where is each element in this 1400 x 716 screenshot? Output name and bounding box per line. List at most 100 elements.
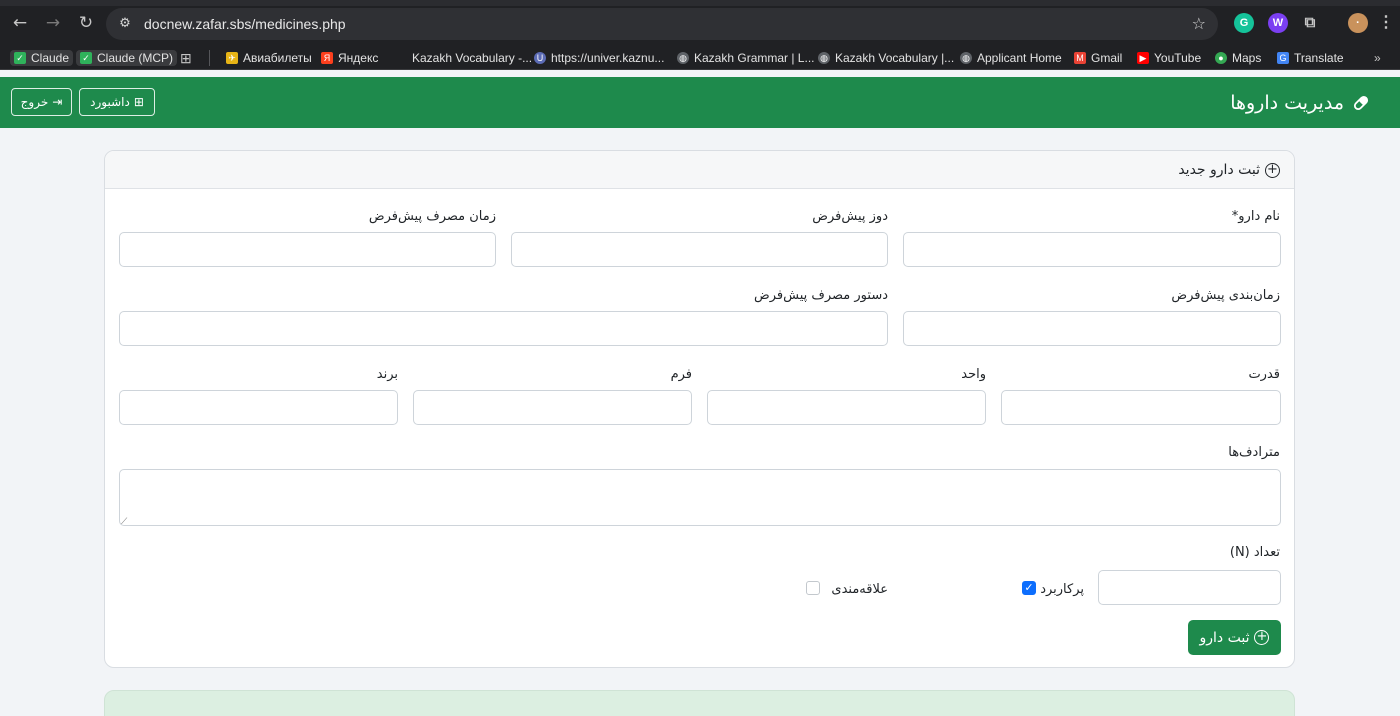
bookmark-star-icon[interactable]: ☆ — [1192, 14, 1206, 34]
default-dose-label: دوز پیش‌فرض — [812, 209, 888, 224]
univer-icon: U — [534, 52, 546, 64]
bookmark-label: Авиабилеты — [243, 51, 312, 65]
bookmark-label: Claude — [31, 51, 70, 65]
count-label: تعداد (N) — [1229, 545, 1280, 560]
apps-grid-icon[interactable]: ⊞ — [180, 50, 192, 66]
reload-icon[interactable]: ↻ — [76, 13, 96, 33]
medicine-name-input[interactable] — [903, 232, 1281, 267]
check-icon: ✓ — [80, 52, 92, 64]
form-input[interactable] — [413, 390, 692, 425]
bookmark-label: Gmail — [1091, 51, 1123, 65]
bookmark-gmail[interactable]: M Gmail — [1074, 50, 1122, 66]
submit-medicine-button[interactable]: + ثبت دارو — [1188, 620, 1281, 655]
favorite-label[interactable]: علاقه‌مندی — [831, 582, 888, 598]
form-label: فرم — [670, 367, 692, 382]
card-title-text: ثبت دارو جدید — [1178, 162, 1260, 178]
profile-avatar[interactable]: · — [1348, 13, 1368, 33]
favorite-checkbox[interactable] — [806, 581, 820, 595]
default-dose-input[interactable] — [511, 232, 888, 267]
frequent-label[interactable]: پرکاربرد — [1040, 582, 1084, 598]
check-icon: ✓ — [14, 52, 26, 64]
bookmarks-overflow[interactable]: » — [1374, 50, 1381, 66]
globe-icon: ◍ — [960, 52, 972, 64]
grid-icon: ⊞ — [133, 95, 144, 109]
brand-input[interactable] — [119, 390, 398, 425]
gmail-icon: M — [1074, 52, 1086, 64]
extensions-puzzle-icon[interactable]: ⧉ — [1300, 13, 1320, 33]
bookmark-kazakh-vocab-2[interactable]: ◍ Kazakh Vocabulary |... — [818, 50, 954, 66]
card-title: + ثبت دارو جدید — [1178, 161, 1280, 179]
bookmark-label: Kazakh Grammar | L... — [694, 51, 815, 65]
youtube-icon: ▶ — [1137, 52, 1149, 64]
brand-label: برند — [376, 367, 398, 382]
bookmark-applicant-home[interactable]: ◍ Applicant Home — [960, 50, 1062, 66]
dashboard-label: داشبورد — [90, 95, 130, 109]
bookmark-label: Translate — [1294, 51, 1344, 65]
bookmark-label: Kazakh Vocabulary -... — [412, 51, 533, 65]
dashboard-button[interactable]: ⊞ داشبورد — [79, 88, 155, 116]
bookmark-aviabilety[interactable]: ✈ Авиабилеты — [226, 50, 312, 66]
bookmark-label: Яндекс — [338, 51, 379, 65]
bookmark-maps[interactable]: ● Maps — [1215, 50, 1261, 66]
default-time-label: زمان مصرف پیش‌فرض — [368, 209, 496, 224]
card-header: + ثبت دارو جدید — [105, 151, 1294, 189]
default-instruction-input[interactable] — [119, 311, 888, 346]
synonyms-textarea[interactable] — [119, 469, 1281, 526]
default-schedule-label: زمان‌بندی پیش‌فرض — [1171, 288, 1280, 303]
bookmark-label: https://univer.kaznu... — [551, 51, 665, 65]
resize-handle[interactable]: ⟋ — [121, 517, 127, 527]
grammarly-extension-icon[interactable]: G — [1234, 13, 1254, 33]
bookmark-separator — [209, 50, 210, 66]
page-title: مدیریت داروها — [1230, 92, 1344, 114]
bookmark-kazakh-vocab-1[interactable]: Kazakh Vocabulary -... — [412, 50, 532, 66]
bookmark-translate[interactable]: G Translate — [1277, 50, 1344, 66]
maps-pin-icon: ● — [1215, 52, 1227, 64]
forward-icon[interactable]: → — [43, 13, 63, 33]
bookmark-claude[interactable]: ✓ Claude — [10, 50, 74, 66]
tabstrip — [0, 0, 1400, 6]
plane-icon: ✈ — [226, 52, 238, 64]
bookmark-yandex[interactable]: Я Яндекс — [321, 50, 378, 66]
plus-circle-icon: + — [1254, 630, 1270, 645]
yandex-icon: Я — [321, 52, 333, 64]
address-bar[interactable]: ⚙ docnew.zafar.sbs/medicines.php ☆ — [106, 8, 1218, 40]
capsule-icon — [1353, 95, 1369, 111]
default-schedule-input[interactable] — [903, 311, 1281, 346]
strength-label: قدرت — [1248, 367, 1280, 382]
bookmark-label: Maps — [1232, 51, 1262, 65]
default-time-input[interactable] — [119, 232, 496, 267]
back-icon[interactable]: ← — [10, 13, 30, 33]
unit-input[interactable] — [707, 390, 986, 425]
url-text[interactable]: docnew.zafar.sbs/medicines.php — [144, 15, 346, 33]
site-settings-icon[interactable]: ⚙ — [116, 15, 134, 33]
bookmark-label: Applicant Home — [977, 51, 1062, 65]
bookmark-univer-kaznu[interactable]: Uhttps://univer.kaznu... — [534, 50, 664, 66]
bookmark-youtube[interactable]: ▶ YouTube — [1137, 50, 1201, 66]
logout-button[interactable]: ⇥ خروج — [11, 88, 72, 116]
frequent-checkbox[interactable]: ✓ — [1022, 581, 1036, 595]
logout-icon: ⇥ — [52, 95, 63, 109]
bookmark-label: YouTube — [1154, 51, 1202, 65]
default-instruction-label: دستور مصرف پیش‌فرض — [754, 288, 888, 303]
navbar-brand[interactable]: مدیریت داروها — [1230, 90, 1370, 116]
plus-circle-icon: + — [1265, 162, 1280, 178]
medicines-list-card — [104, 690, 1295, 716]
bookmark-label: Claude (MCP) — [97, 51, 174, 65]
name-label: نام دارو* — [1231, 209, 1280, 224]
bookmark-label: Kazakh Vocabulary |... — [835, 51, 955, 65]
globe-icon: ◍ — [677, 52, 689, 64]
count-input[interactable] — [1098, 570, 1281, 605]
logout-label: خروج — [20, 95, 49, 109]
app-navbar: مدیریت داروها ⊞ داشبورد ⇥ خروج — [0, 77, 1400, 128]
synonyms-label: مترادف‌ها — [1228, 445, 1280, 460]
bookmark-claude-mcp[interactable]: ✓ Claude (MCP) — [76, 50, 178, 66]
bookmarks-bar: ✓ Claude ✓ Claude (MCP) ⊞ ✈ Авиабилеты Я Янд… — [0, 46, 1400, 70]
unit-label: واحد — [961, 367, 986, 382]
extension-w-icon[interactable]: W — [1268, 13, 1288, 33]
bookmark-kazakh-grammar[interactable]: ◍ Kazakh Grammar | L... — [677, 50, 815, 66]
browser-menu-icon[interactable]: ⋮ — [1376, 13, 1396, 33]
new-medicine-card: + ثبت دارو جدید نام دارو* دوز پیش‌فرض زم… — [104, 150, 1295, 668]
submit-label: ثبت دارو — [1199, 629, 1250, 646]
globe-icon: ◍ — [818, 52, 830, 64]
strength-input[interactable] — [1001, 390, 1281, 425]
